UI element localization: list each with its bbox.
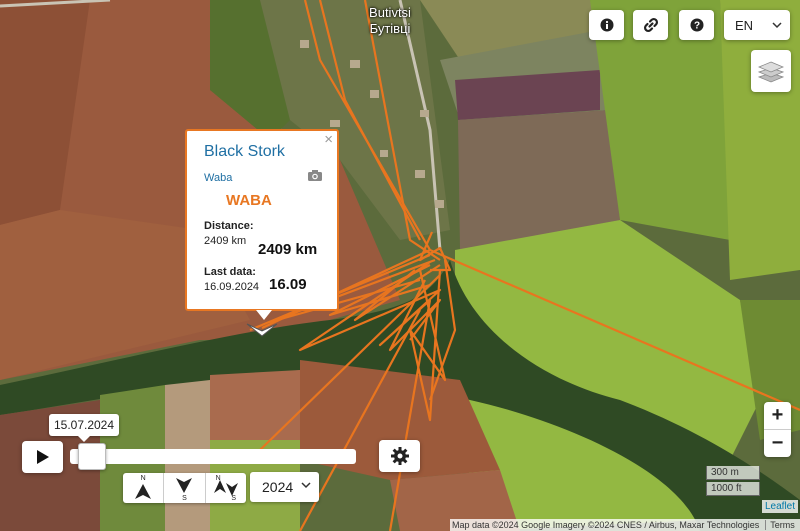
last-data-value-small: 16.09.2024 xyxy=(204,281,260,293)
language-select[interactable]: EN xyxy=(724,10,790,40)
info-icon xyxy=(600,18,613,32)
distance-value-large: 2409 km xyxy=(258,241,318,258)
north-arrow-icon xyxy=(135,484,152,499)
scale-metric: 300 m xyxy=(706,466,760,480)
distance-value-small: 2409 km xyxy=(204,235,247,247)
timeline-date-label: 15.07.2024 xyxy=(49,414,119,442)
layers-icon xyxy=(758,61,784,83)
direction-north-label: N xyxy=(140,475,146,482)
chevron-down-icon xyxy=(301,482,311,489)
timeline-slider-handle[interactable] xyxy=(77,443,106,470)
play-button[interactable] xyxy=(22,441,63,473)
town-label-cyrillic: Бутівці xyxy=(369,21,411,36)
popup-close-button[interactable]: × xyxy=(324,132,333,147)
gear-icon xyxy=(390,447,409,465)
terms-link[interactable]: Terms xyxy=(765,520,795,530)
camera-icon[interactable] xyxy=(307,169,323,182)
year-value: 2024 xyxy=(262,479,294,495)
map-attribution: Map data ©2024 Google Imagery ©2024 CNES… xyxy=(450,519,800,531)
zoom-in-button[interactable]: + xyxy=(764,402,791,430)
bird-info-popup: × Black Stork Waba WABA Distance: 2409 k… xyxy=(185,129,339,320)
last-data-label: Last data: xyxy=(204,266,256,278)
year-select[interactable]: 2024 xyxy=(250,472,319,502)
language-value: EN xyxy=(735,17,754,33)
info-button[interactable] xyxy=(589,10,624,40)
popup-bird-name[interactable]: Waba xyxy=(204,172,232,184)
direction-filter-group: N S N S xyxy=(123,473,246,503)
help-button[interactable]: ? xyxy=(679,10,714,40)
scale-imperial: 1000 ft xyxy=(706,482,760,496)
chevron-down-icon xyxy=(772,22,782,29)
zoom-out-button[interactable]: − xyxy=(764,430,791,457)
direction-south-label: S xyxy=(182,495,187,502)
settings-button[interactable] xyxy=(379,440,420,472)
direction-both-button[interactable]: N S xyxy=(206,473,246,503)
direction-north-button[interactable]: N xyxy=(123,473,165,503)
popup-bird-code: WABA xyxy=(226,192,272,209)
direction-both-south-label: S xyxy=(231,495,236,502)
popup-species-title: Black Stork xyxy=(204,143,285,160)
leaflet-link[interactable]: Leaflet xyxy=(762,500,799,513)
layers-button[interactable] xyxy=(751,50,791,92)
town-label-latin: Butivtsi xyxy=(369,5,411,20)
link-icon xyxy=(643,17,658,33)
direction-south-button[interactable]: S xyxy=(164,473,206,503)
share-link-button[interactable] xyxy=(633,10,668,40)
zoom-control: + − xyxy=(764,402,791,457)
help-icon: ? xyxy=(690,18,703,32)
play-icon xyxy=(36,450,49,464)
attribution-text: Map data ©2024 Google Imagery ©2024 CNES… xyxy=(452,520,760,530)
direction-both-north-label: N xyxy=(215,475,221,482)
south-arrow-icon xyxy=(176,478,193,493)
svg-text:?: ? xyxy=(693,21,699,32)
popup-pointer xyxy=(256,310,272,320)
last-data-value-large: 16.09 xyxy=(269,276,307,293)
timeline-slider-track[interactable] xyxy=(70,449,356,464)
distance-label: Distance: xyxy=(204,220,254,232)
